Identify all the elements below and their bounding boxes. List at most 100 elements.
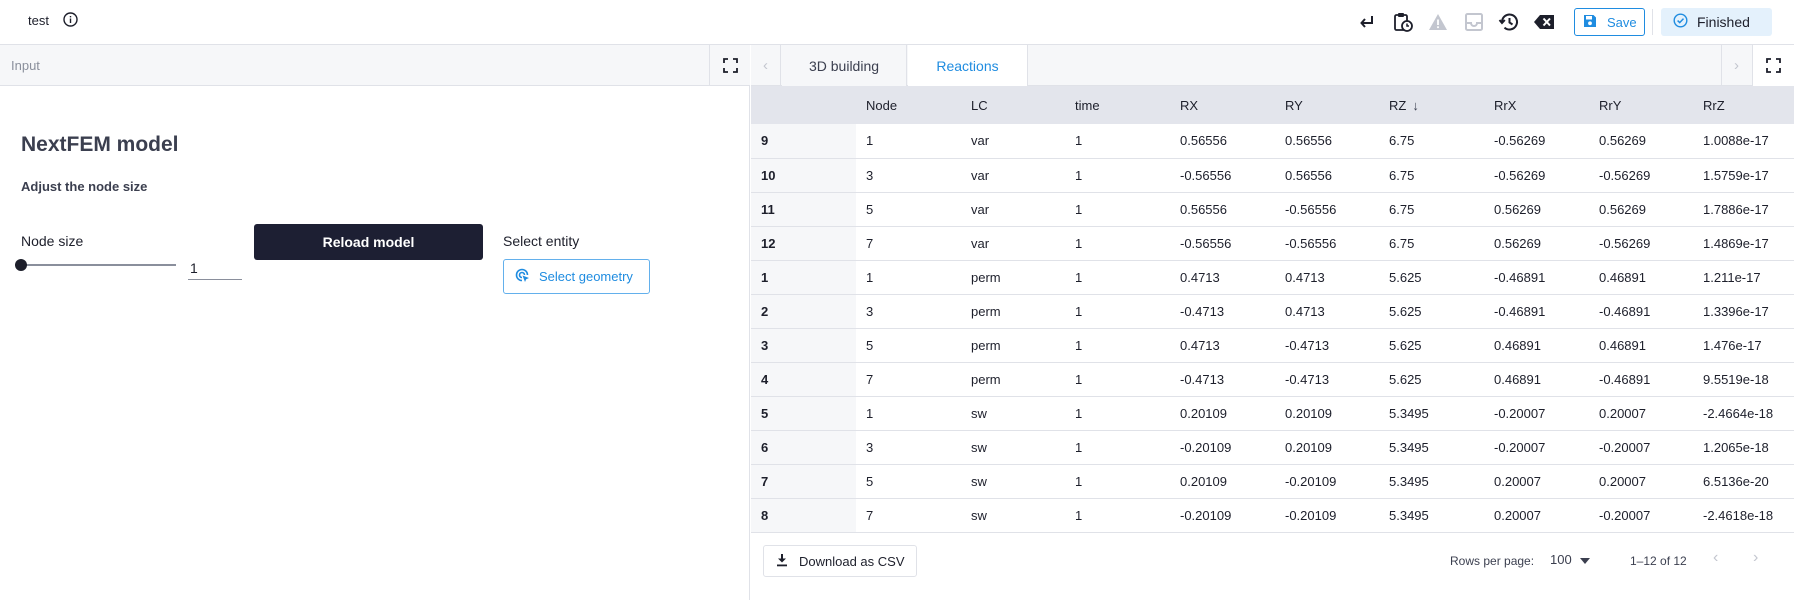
sort-descending-icon[interactable]: ↓ [1412,98,1419,113]
table-cell: sw [971,405,987,421]
table-cell: 6.75 [1389,201,1415,217]
download-csv-button[interactable]: Download as CSV [763,545,917,577]
save-icon [1583,14,1597,31]
fullscreen-icon[interactable] [1752,45,1794,86]
table-cell: 5.625 [1389,371,1422,387]
table-cell: -0.4713 [1180,371,1225,387]
table-cell: -0.56269 [1494,167,1546,183]
node-size-slider-track[interactable] [21,264,176,266]
next-page-icon[interactable]: › [1753,549,1758,567]
table-cell: -0.20109 [1180,507,1232,523]
column-header-rrx[interactable]: RrX [1484,86,1589,124]
node-size-input[interactable] [188,256,242,280]
table-cell: -0.20007 [1599,439,1651,455]
clear-icon[interactable] [1533,10,1557,34]
table-cell: -0.20109 [1180,439,1232,455]
table-cell: 7 [751,464,856,498]
table-cell: perm [971,269,1001,285]
table-cell: -0.46891 [1494,303,1546,319]
column-header-rry[interactable]: RrY [1589,86,1693,124]
table-cell: 4 [751,362,856,396]
history-icon[interactable] [1497,10,1521,34]
status-badge: Finished [1661,8,1772,36]
node-size-slider-thumb[interactable] [15,259,27,271]
table-cell: 1 [1075,133,1083,149]
table-row[interactable]: 6 3 sw 1 -0.20109 0.20109 5.3495 -0.20007 -0.200… [751,430,1794,464]
table-cell: -0.56556 [1285,201,1337,217]
reload-model-button[interactable]: Reload model [254,224,483,260]
table-cell: 8 [751,498,856,532]
table-cell: sw [971,439,987,455]
return-icon[interactable] [1355,10,1379,34]
table-cell: 1 [1075,201,1083,217]
table-cell: -0.56269 [1599,167,1651,183]
table-cell: perm [971,337,1001,353]
input-panel-header: Input [0,45,750,86]
column-header-index[interactable] [751,86,856,124]
download-icon [775,553,789,570]
table-cell: 0.56556 [1180,201,1227,217]
select-geometry-button[interactable]: Select geometry [503,259,650,294]
previous-page-icon[interactable]: ‹ [1713,549,1718,567]
table-cell: var [971,133,990,149]
table-cell: 0.56269 [1599,133,1646,149]
table-cell: -0.56556 [1180,167,1232,183]
table-cell: 1 [1075,405,1083,421]
column-header-rz[interactable]: RZ ↓ [1379,86,1484,124]
table-header-row: Node LC time RX RY RZ ↓ RrX RrY RrZ [751,86,1794,124]
table-cell: 6.75 [1389,167,1415,183]
table-row[interactable]: 12 7 var 1 -0.56556 -0.56556 6.75 0.56269 -0.562… [751,226,1794,260]
table-cell: -0.20007 [1494,405,1546,421]
table-cell: 1.211e-17 [1703,269,1761,285]
tab-reactions[interactable]: Reactions [908,45,1028,87]
table-cell: 0.4713 [1180,269,1220,285]
table-cell: -2.4664e-18 [1703,405,1774,421]
column-header-rx[interactable]: RX [1170,86,1275,124]
table-row[interactable]: 3 5 perm 1 0.4713 -0.4713 5.625 0.46891 0.46891 1… [751,328,1794,362]
table-cell: 12 [751,226,856,260]
table-cell: -0.56556 [1285,235,1337,251]
table-row[interactable]: 9 1 var 1 0.56556 0.56556 6.75 -0.56269 0.56269 1… [751,124,1794,158]
save-button[interactable]: Save [1574,8,1645,36]
fullscreen-icon[interactable] [709,45,750,86]
table-cell: 1 [866,133,874,149]
table-cell: 10 [751,158,856,192]
inbox-icon [1462,10,1486,34]
table-row[interactable]: 4 7 perm 1 -0.4713 -0.4713 5.625 0.46891 -0.4689… [751,362,1794,396]
table-cell: 5.3495 [1389,473,1429,489]
column-header-rrz[interactable]: RrZ [1693,86,1794,124]
table-row[interactable]: 11 5 var 1 0.56556 -0.56556 6.75 0.56269 0.56269… [751,192,1794,226]
table-cell: -0.20007 [1494,439,1546,455]
table-row[interactable]: 8 7 sw 1 -0.20109 -0.20109 5.3495 0.20007 -0.200… [751,498,1794,532]
table-cell: 5 [866,473,874,489]
column-header-lc[interactable]: LC [961,86,1065,124]
table-cell: 1 [1075,473,1083,489]
status-label: Finished [1697,14,1750,30]
tab-scroll-right-icon[interactable]: › [1721,45,1751,86]
table-row[interactable]: 7 5 sw 1 0.20109 -0.20109 5.3495 0.20007 0.20007… [751,464,1794,498]
table-cell: 11 [751,192,856,226]
table-cell: 1.2065e-18 [1703,439,1769,455]
table-cell: 0.46891 [1494,371,1541,387]
table-row[interactable]: 5 1 sw 1 0.20109 0.20109 5.3495 -0.20007 0.20007… [751,396,1794,430]
tab-3d-building[interactable]: 3D building [782,45,907,86]
table-row[interactable]: 1 1 perm 1 0.4713 0.4713 5.625 -0.46891 0.46891 1… [751,260,1794,294]
table-cell: 3 [866,167,874,183]
page-range: 1–12 of 12 [1630,554,1687,568]
info-icon[interactable] [62,11,79,28]
tab-scroll-left-icon[interactable]: ‹ [751,45,781,86]
table-cell: 2 [751,294,856,328]
save-label: Save [1607,14,1637,30]
table-cell: sw [971,507,987,523]
app-title: test [28,13,49,28]
rows-per-page-select[interactable]: 100 [1550,552,1590,567]
table-cell: 0.56556 [1180,133,1227,149]
table-row[interactable]: 2 3 perm 1 -0.4713 0.4713 5.625 -0.46891 -0.4689… [751,294,1794,328]
table-cell: 1 [1075,337,1083,353]
table-row[interactable]: 10 3 var 1 -0.56556 0.56556 6.75 -0.56269 -0.562… [751,158,1794,192]
column-header-time[interactable]: time [1065,86,1170,124]
column-header-node[interactable]: Node [856,86,961,124]
table-cell: 0.20007 [1494,473,1541,489]
column-header-ry[interactable]: RY [1275,86,1379,124]
clipboard-clock-icon[interactable] [1391,10,1415,34]
